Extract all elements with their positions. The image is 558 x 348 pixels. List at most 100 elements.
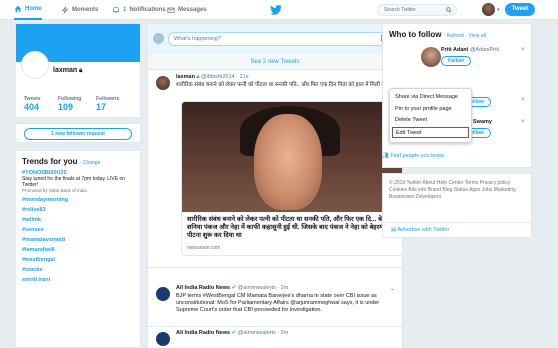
trend-item[interactable]: #YONOSBI20U20 Stay tuned for the finals … — [22, 170, 134, 193]
trend-tag: #adimk — [22, 217, 41, 223]
tweet-author-handle[interactable]: @airnewsalerts · 2m — [238, 285, 289, 291]
compose-area: What's happening? — [148, 24, 402, 54]
trend-promoted: Promoted by State Bank of India — [22, 188, 87, 193]
trend-tag: #relive83 — [22, 207, 46, 213]
tweet-header: All India Radio News ✔ @airnewsalerts · … — [176, 330, 288, 336]
trend-tag: #sensex — [22, 227, 44, 233]
twitter-bird-logo[interactable] — [270, 5, 282, 15]
search-icon[interactable] — [446, 7, 452, 13]
lock-icon: 🔒︎ — [79, 68, 83, 74]
who-to-follow-header: Who to follow · Refresh · View all — [389, 30, 525, 39]
trend-tag: #westbengal — [22, 257, 56, 263]
suggestion-name[interactable]: Swamy — [473, 119, 492, 125]
close-icon[interactable]: × — [521, 97, 525, 103]
follow-button[interactable]: Follow — [441, 56, 471, 66]
stat-followers[interactable]: Followers 17 — [96, 96, 119, 112]
menu-item-edit[interactable]: Edit Tweet — [392, 126, 469, 138]
notifications-count-badge: 1 — [123, 7, 127, 13]
nav-messages-label: Messages — [178, 7, 207, 13]
stat-following-value: 109 — [58, 102, 74, 112]
chevron-down-icon[interactable]: ▾ — [497, 7, 500, 13]
trend-description: Stay tuned for the finals at 7pm today. … — [22, 176, 126, 188]
who-to-follow-links[interactable]: · Refresh · View all — [444, 33, 486, 39]
link-card-image — [182, 102, 402, 212]
tweet-avatar[interactable] — [156, 332, 170, 346]
nav-messages[interactable]: Messages — [167, 0, 207, 20]
profile-avatar[interactable] — [21, 51, 49, 79]
search-input[interactable]: Search Twitter — [377, 4, 457, 16]
tweet-author-name[interactable]: All India Radio News — [176, 285, 230, 291]
stat-tweets[interactable]: Tweets 404 — [24, 96, 41, 112]
tweet-author-name[interactable]: laxman — [176, 74, 195, 80]
tweet-avatar[interactable] — [156, 287, 170, 301]
trend-item[interactable]: #adimk — [22, 217, 134, 223]
who-to-follow-title: Who to follow — [389, 30, 442, 39]
stat-following[interactable]: Following 109 — [58, 96, 81, 112]
envelope-icon — [167, 6, 175, 14]
image-face — [254, 114, 322, 210]
close-icon[interactable]: × — [521, 119, 525, 125]
trends-change-link[interactable]: · Change — [80, 160, 101, 166]
trend-item[interactable]: #sensex — [22, 227, 134, 233]
trend-item[interactable]: #stocks — [22, 267, 134, 273]
menu-item-pin[interactable]: Pin to your profile page — [390, 104, 471, 116]
trend-item[interactable]: smriti irani — [22, 277, 134, 283]
suggestion-name[interactable]: Priti Adani @AdaniPriti — [441, 47, 499, 53]
stat-tweets-value: 404 — [24, 102, 40, 112]
new-tweets-bar[interactable]: See 2 new Tweets — [148, 54, 402, 70]
trend-item[interactable]: #mamatavsmodi — [22, 237, 134, 243]
trend-tag: #iamandiwill — [22, 247, 55, 253]
tweet-button[interactable]: Tweet — [505, 3, 535, 16]
trend-tag: smriti irani — [22, 277, 51, 283]
nav-moments[interactable]: Moments — [61, 0, 98, 20]
home-icon — [14, 5, 22, 13]
tweet-text: शारीरिक संबंध बनाने को लेकर पत्नी को पीट… — [176, 82, 389, 88]
tweet-item[interactable]: laxman 🔒︎ @lbbisht2014 · 21s ⌄ शारीरिक स… — [148, 71, 403, 268]
nav-notifications-label: Notifications — [129, 7, 166, 13]
close-icon[interactable]: × — [521, 47, 525, 53]
tweet-author-handle[interactable]: @lbbisht2014 · 21s — [201, 74, 248, 80]
find-people-link[interactable]: 👥︎ Find people you know — [382, 153, 444, 159]
menu-item-share-dm[interactable]: Share via Direct Message — [390, 92, 471, 104]
follower-request-card: 1 new follower request — [15, 123, 141, 143]
compose-input[interactable]: What's happening? — [168, 32, 394, 46]
follower-request-button[interactable]: 1 new follower request — [24, 128, 132, 140]
profile-name[interactable]: laxman 🔒︎ — [53, 67, 82, 75]
people-icon: 👥︎ — [382, 153, 389, 159]
tweet-header: All India Radio News ✔ @airnewsalerts · … — [176, 285, 288, 291]
trend-tag: #stocks — [22, 267, 43, 273]
tweet-author-name[interactable]: All India Radio News — [176, 330, 230, 336]
tweet-avatar[interactable] — [156, 76, 170, 90]
tweet-author-handle[interactable]: @airnewsalerts · 2m — [238, 330, 289, 336]
trend-tag: #mamatavsmodi — [22, 237, 66, 243]
tweet-item[interactable]: All India Radio News ✔ @airnewsalerts · … — [148, 282, 402, 327]
link-card[interactable]: शारीरिक संबंध बनाने को लेकर पत्नी को पीट… — [181, 101, 403, 256]
tweet-text: BJP terms #WestBengal CM Mamata Banerjee… — [176, 293, 380, 313]
advertise-text: Advertise with Twitter — [397, 227, 450, 233]
trend-item[interactable]: #westbengal — [22, 257, 134, 263]
tweet-header: laxman 🔒︎ @lbbisht2014 · 21s — [176, 74, 248, 81]
trend-tag: #mondaymorning — [22, 197, 69, 203]
nav-notifications[interactable]: 1 Notifications — [112, 0, 166, 20]
menu-item-delete[interactable]: Delete Tweet — [390, 115, 471, 127]
tweet-options-chevron-icon[interactable]: ⌄ — [390, 285, 395, 292]
trend-item[interactable]: #iamandiwill — [22, 247, 134, 253]
nav-home[interactable]: Home — [14, 0, 42, 20]
top-nav-bar: Home Moments 1 Notifications Messages Se… — [0, 0, 558, 20]
nav-moments-label: Moments — [72, 7, 99, 13]
bell-icon — [112, 6, 120, 14]
tweet-options-menu: Share via Direct Message Pin to your pro… — [389, 88, 472, 143]
user-avatar-menu[interactable] — [482, 3, 495, 16]
suggestion-avatar[interactable] — [421, 47, 441, 67]
chart-icon: ▤ — [391, 227, 397, 233]
nav-home-label: Home — [25, 6, 42, 12]
suggestion-handle: @AdaniPriti — [469, 47, 499, 53]
profile-card: laxman 🔒︎ Tweets 404 Following 109 Follo… — [15, 23, 141, 118]
trend-item[interactable]: #mondaymorning — [22, 197, 134, 203]
stat-followers-value: 17 — [96, 102, 107, 112]
advertise-link[interactable]: ▤ Advertise with Twitter — [382, 222, 532, 238]
trends-title: Trends for you — [22, 157, 78, 166]
link-card-title: शारीरिक संबंध बनाने को लेकर पत्नी को पीट… — [187, 216, 392, 239]
trend-item[interactable]: #relive83 — [22, 207, 134, 213]
tweet-item[interactable]: All India Radio News ✔ @airnewsalerts · … — [148, 327, 402, 348]
